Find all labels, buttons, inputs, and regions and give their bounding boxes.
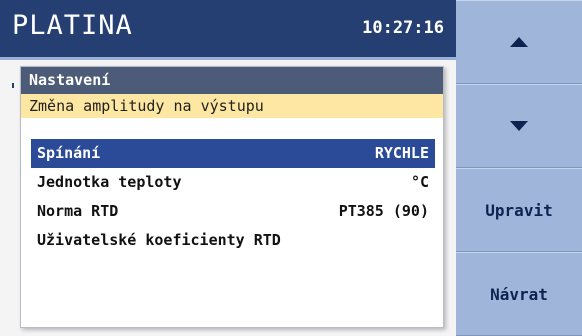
- dialog-title: Nastavení: [21, 67, 443, 94]
- menu-item-label: Spínání: [37, 144, 101, 162]
- scroll-up-button[interactable]: [456, 0, 582, 84]
- background-marker: [12, 83, 14, 88]
- menu-item-value: °C: [410, 173, 429, 191]
- clock: 10:27:16: [362, 18, 444, 38]
- arrow-down-icon: [510, 121, 528, 131]
- menu-item-user-rtd-coefficients[interactable]: Uživatelské koeficienty RTD: [31, 226, 435, 255]
- menu-item-value: RYCHLE: [374, 144, 429, 162]
- scroll-down-button[interactable]: [456, 84, 582, 168]
- menu-item-rtd-standard[interactable]: Norma RTD PT385 (90): [31, 197, 435, 226]
- menu-item-label: Norma RTD: [37, 202, 119, 220]
- back-button[interactable]: Návrat: [456, 252, 582, 336]
- edit-button[interactable]: Upravit: [456, 168, 582, 252]
- settings-dialog: Nastavení Změna amplitudy na výstupu Spí…: [20, 66, 444, 328]
- menu-item-label: Jednotka teploty: [37, 173, 182, 191]
- menu-item-label: Uživatelské koeficienty RTD: [37, 231, 281, 249]
- dialog-hint: Změna amplitudy na výstupu: [21, 94, 443, 118]
- arrow-up-icon: [510, 37, 528, 47]
- app-title: PLATINA: [12, 10, 133, 41]
- side-button-panel: Upravit Návrat: [456, 0, 582, 336]
- menu-item-switching[interactable]: Spínání RYCHLE: [31, 139, 435, 168]
- menu-item-temperature-unit[interactable]: Jednotka teploty °C: [31, 168, 435, 197]
- title-bar: PLATINA 10:27:16: [0, 0, 456, 60]
- menu-item-value: PT385 (90): [338, 202, 429, 220]
- device-screen: PLATINA 10:27:16 Nastavení Změna amplitu…: [0, 0, 582, 336]
